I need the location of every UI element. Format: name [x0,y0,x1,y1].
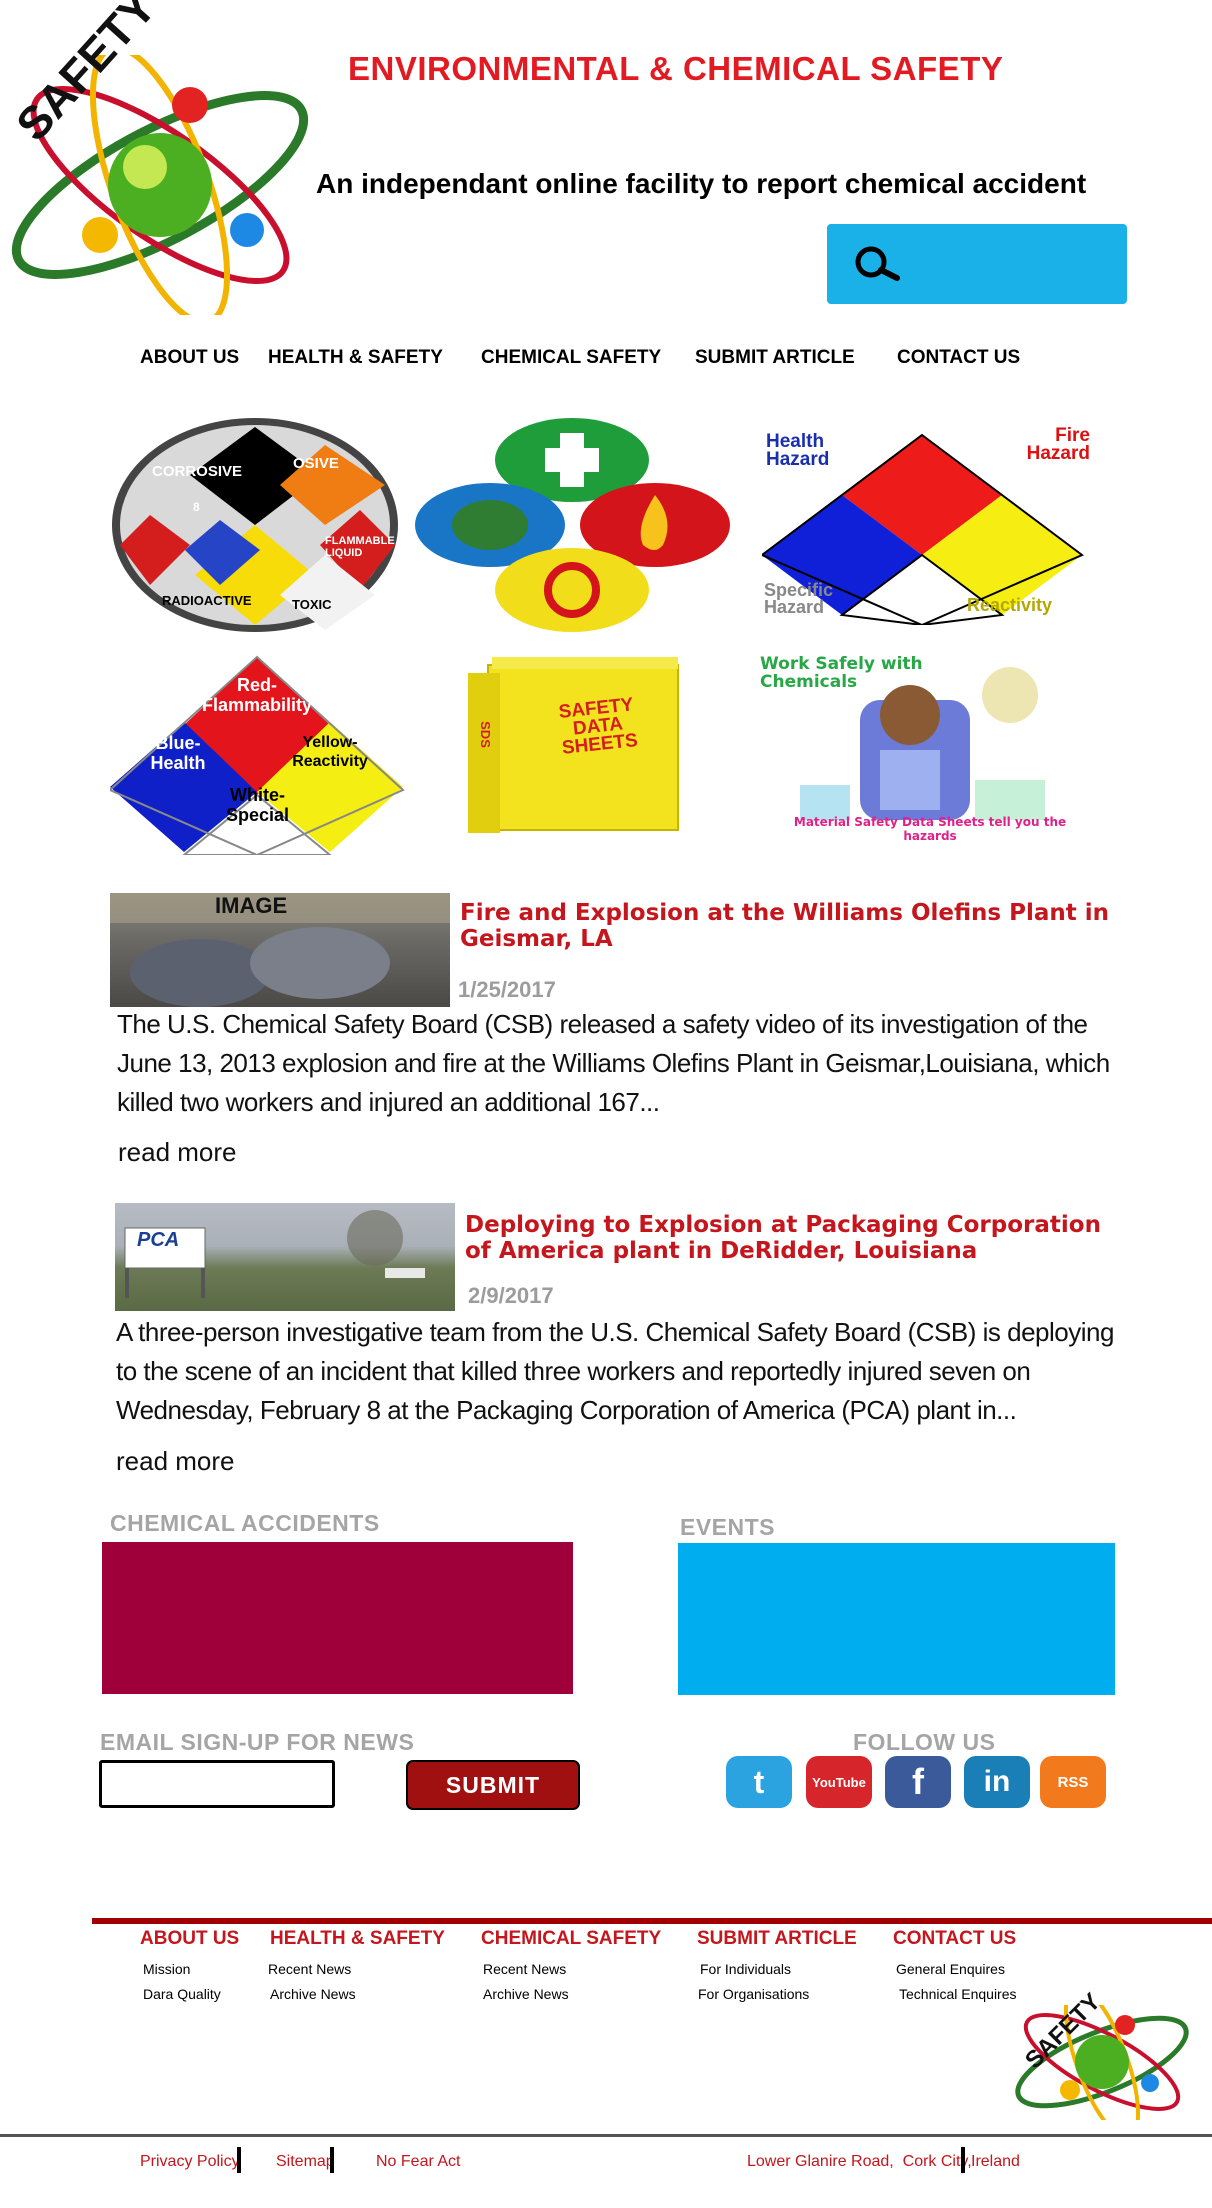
hazard-label-toxic: TOXIC [292,597,332,612]
search-input[interactable] [917,242,1111,288]
submit-button[interactable]: SUBMIT [406,1760,580,1810]
footer-link-recent-news[interactable]: Recent News [268,1961,351,1977]
footer-link-mission[interactable]: Mission [143,1961,190,1977]
sitemap-link[interactable]: Sitemap [276,2153,335,2171]
logo[interactable]: SAFETY [0,0,325,326]
article-thumbnail-label: IMAGE [215,893,288,918]
address-country: Ireland [971,2153,1020,2170]
nav-submit-article[interactable]: SUBMIT ARTICLE [695,347,855,369]
footer-link-general-enquires[interactable]: General Enquires [896,1961,1005,1977]
nfpa-health-label: Health Hazard [766,431,830,470]
footer-health-safety[interactable]: HEALTH & SAFETY [270,1928,445,1950]
article-summary: A three-person investigative team from t… [116,1317,1114,1425]
footer-link-organisations[interactable]: For Organisations [698,1986,809,2002]
footer-chemical-safety[interactable]: CHEMICAL SAFETY [481,1928,661,1950]
search-icon[interactable] [849,244,905,284]
article-title[interactable]: Fire and Explosion at the Williams Olefi… [460,900,1130,952]
events-heading: EVENTS [680,1514,776,1540]
footer-link-recent-news[interactable]: Recent News [483,1961,566,1977]
nfpa-white-label: White-Special [225,785,290,825]
work-safely-caption: Material Safety Data Sheets tell you the… [793,815,1067,843]
bottom-divider [0,2134,1212,2137]
nfpa-specific-label: Specific Hazard [764,580,834,617]
sds-binder[interactable]: SAFETY DATA SHEETS SDS [468,655,688,835]
linkedin-icon[interactable]: in [964,1756,1030,1808]
nfpa-red-label: Red-Flammability [201,675,313,715]
work-safely-poster[interactable]: Work Safely with Chemicals Material Safe… [760,655,1080,845]
article-thumbnail[interactable]: IMAGE [110,893,450,1007]
site-title: ENVIRONMENTAL & CHEMICAL SAFETY [348,50,1004,87]
privacy-policy-link[interactable]: Privacy Policy [140,2153,240,2171]
separator [961,2147,965,2173]
footer-link-data-quality[interactable]: Dara Quality [143,1986,221,2002]
hazard-label-corrosive: CORROSIVE [152,463,243,480]
separator [330,2147,334,2173]
chemical-accidents-panel[interactable] [102,1542,573,1694]
hazard-label-radioactive: RADIOACTIVE [162,593,252,608]
nav-chemical-safety[interactable]: CHEMICAL SAFETY [481,347,661,369]
facebook-icon[interactable]: f [885,1756,951,1808]
nav-about-us[interactable]: ABOUT US [140,347,239,369]
nfpa-reactivity-label: Reactivity [967,595,1053,615]
search-box[interactable] [827,224,1127,304]
nfpa-yellow-label: Yellow-Reactivity [292,734,368,770]
read-more-link[interactable]: read more [116,1446,235,1477]
footer-contact-us[interactable]: CONTACT US [893,1928,1016,1950]
hazard-label-explosive: OSIVE [293,455,339,472]
footer-link-archive-news[interactable]: Archive News [270,1986,356,2002]
footer-about-us[interactable]: ABOUT US [140,1928,239,1950]
article-summary: The U.S. Chemical Safety Board (CSB) rel… [117,1009,1110,1117]
footer-link-individuals[interactable]: For Individuals [700,1961,791,1977]
email-field[interactable] [99,1760,335,1808]
article-thumbnail[interactable]: PCA [115,1203,455,1311]
hazard-symbols-wheel[interactable]: CORROSIVE OSIVE 8 FLAMMABLE LIQUID RADIO… [110,415,400,635]
rss-icon[interactable]: RSS [1040,1756,1106,1808]
email-signup-heading: EMAIL SIGN-UP FOR NEWS [100,1729,415,1755]
pca-sign-label: PCA [137,1229,180,1251]
sds-binder-spine: SDS [477,721,493,748]
footer-submit-article[interactable]: SUBMIT ARTICLE [697,1928,857,1950]
events-panel[interactable] [678,1543,1115,1695]
work-safely-title: Work Safely with Chemicals [760,654,923,692]
hazard-label-flammable: FLAMMABLE LIQUID [325,535,395,559]
youtube-icon[interactable]: YouTube [806,1756,872,1808]
no-fear-act-link[interactable]: No Fear Act [376,2153,460,2171]
nfpa-fire-label: Fire Hazard [1026,425,1090,464]
read-more-link[interactable]: read more [118,1137,237,1168]
footer-link-technical-enquires[interactable]: Technical Enquires [899,1986,1017,2002]
sds-binder-title: SAFETY DATA SHEETS [557,694,639,759]
nfpa-blue-label: Blue-Health [150,733,206,773]
site-tagline: An independant online facility to report… [316,168,1087,199]
chemical-accidents-heading: CHEMICAL ACCIDENTS [110,1510,380,1536]
safety-category-icons[interactable] [415,415,730,635]
nav-contact-us[interactable]: CONTACT US [897,347,1020,369]
address-street: Lower Glanire Road, Cork City, [747,2153,972,2170]
separator [237,2147,241,2173]
nfpa-color-key[interactable]: Red-Flammability Blue-Health Yellow-Reac… [108,655,405,857]
footer-link-archive-news[interactable]: Archive News [483,1986,569,2002]
nav-health-safety[interactable]: HEALTH & SAFETY [268,347,443,369]
article-date: 1/25/2017 [458,977,556,1002]
nfpa-diamond-chart[interactable]: Health Hazard Fire Hazard Specific Hazar… [760,425,1090,627]
footer-divider [92,1918,1212,1924]
article-title[interactable]: Deploying to Explosion at Packaging Corp… [465,1212,1125,1264]
hazard-label-class: 8 [193,500,200,514]
follow-us-heading: FOLLOW US [853,1729,996,1755]
footer-logo[interactable]: SAFETY [1010,1984,1195,2140]
twitter-icon[interactable]: t [726,1756,792,1808]
article-date: 2/9/2017 [468,1283,554,1308]
